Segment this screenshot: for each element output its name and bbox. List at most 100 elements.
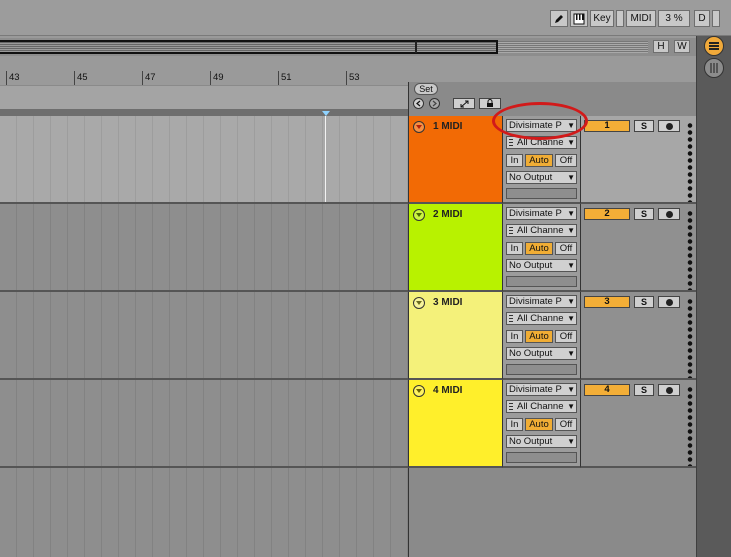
arrow-right-icon [432,100,437,107]
monitor-auto-button[interactable]: Auto [525,242,553,255]
monitor-off-button[interactable]: Off [555,154,577,167]
midi-to-dropdown[interactable]: No Output ▼ [506,435,577,448]
set-locator-button[interactable]: Set [414,83,438,95]
dropdown-arrow-icon: ▼ [567,173,575,182]
midi-to-dropdown[interactable]: No Output ▼ [506,347,577,360]
lock-envelopes-button[interactable] [479,98,501,109]
pencil-icon [555,14,563,23]
track-lane[interactable] [0,292,408,380]
arrangement-overview[interactable]: H W [0,38,700,56]
input-channel-dropdown[interactable]: All Channe ▼ [506,400,577,413]
empty-header-area[interactable] [408,468,696,557]
input-channel-dropdown[interactable]: All Channe ▼ [506,136,577,149]
session-view-button[interactable] [704,58,724,78]
monitor-in-button[interactable]: In [506,242,523,255]
monitor-in-button[interactable]: In [506,330,523,343]
monitor-auto-button[interactable]: Auto [525,330,553,343]
previous-locator-button[interactable] [413,98,424,109]
monitor-auto-button[interactable]: Auto [525,154,553,167]
optimize-width-button[interactable]: W [674,40,690,53]
loop-locator-bar[interactable] [0,109,408,116]
triangle-down-icon [416,125,422,129]
track-header[interactable]: 4 MIDI [408,380,502,468]
ruler-tick-label: 51 [278,71,292,85]
next-locator-button[interactable] [429,98,440,109]
midi-from-dropdown[interactable]: Divisimate P ▼ [506,119,577,132]
track-header[interactable]: 3 MIDI [408,292,502,380]
channel-lines-icon [509,403,513,411]
empty-lane-grid[interactable] [0,468,408,557]
dropdown-arrow-icon: ▼ [567,226,575,235]
track-activator-button[interactable]: 2 [584,208,630,220]
track-activator-button[interactable]: 4 [584,384,630,396]
key-map-button[interactable]: Key [590,10,614,27]
track-lane[interactable] [0,204,408,292]
monitor-off-button[interactable]: Off [555,242,577,255]
mixer-section: 2 S [580,204,696,292]
track-name: 1 MIDI [433,121,463,132]
record-icon [665,386,673,394]
monitor-off-button[interactable]: Off [555,418,577,431]
solo-button[interactable]: S [634,208,654,220]
midi-from-dropdown[interactable]: Divisimate P ▼ [506,383,577,396]
track-header[interactable]: 1 MIDI [408,116,502,204]
arrangement-view-icon [709,42,719,50]
solo-button[interactable]: S [634,296,654,308]
track-activator-button[interactable]: 3 [584,296,630,308]
beat-time-ruler[interactable]: 43 45 47 49 51 53 [0,70,408,85]
playhead-marker[interactable] [322,111,330,116]
empty-drop-area[interactable] [0,468,696,557]
dropdown-arrow-icon: ▼ [567,297,575,306]
solo-button[interactable]: S [634,384,654,396]
overview-marker [415,41,417,53]
session-view-icon [710,63,718,73]
midi-from-value: Divisimate P [509,384,562,395]
arm-record-button[interactable] [658,384,680,396]
view-selector-column [696,36,731,557]
midi-to-dropdown[interactable]: No Output ▼ [506,171,577,184]
fold-track-button[interactable] [413,209,425,221]
disk-overload-indicator: D [694,10,710,27]
arm-record-button[interactable] [658,296,680,308]
dropdown-arrow-icon: ▼ [567,349,575,358]
input-channel-dropdown[interactable]: All Channe ▼ [506,224,577,237]
input-channel-dropdown[interactable]: All Channe ▼ [506,312,577,325]
monitor-in-button[interactable]: In [506,154,523,167]
scrub-area[interactable] [0,85,408,109]
expand-tracks-button[interactable] [453,98,475,109]
midi-from-dropdown[interactable]: Divisimate P ▼ [506,207,577,220]
track-activator-button[interactable]: 1 [584,120,630,132]
track-lane[interactable] [0,116,408,204]
computer-midi-keyboard-button[interactable] [570,10,588,27]
channel-lines-icon [509,315,513,323]
draw-mode-button[interactable] [550,10,568,27]
track-header[interactable]: 2 MIDI [408,204,502,292]
dropdown-arrow-icon: ▼ [567,121,575,130]
monitor-in-button[interactable]: In [506,418,523,431]
arrangement-view-button[interactable] [704,36,724,56]
fold-track-button[interactable] [413,385,425,397]
output-channel-slot [506,364,577,375]
track-lane[interactable] [0,380,408,468]
midi-from-value: Divisimate P [509,296,562,307]
monitor-auto-button[interactable]: Auto [525,418,553,431]
fold-track-button[interactable] [413,297,425,309]
triangle-down-icon [416,301,422,305]
dropdown-arrow-icon: ▼ [567,138,575,147]
overview-selection[interactable] [0,40,498,54]
midi-from-dropdown[interactable]: Divisimate P ▼ [506,295,577,308]
fold-track-button[interactable] [413,121,425,133]
midi-from-value: Divisimate P [509,208,562,219]
record-icon [665,122,673,130]
arm-record-button[interactable] [658,208,680,220]
track-name: 2 MIDI [433,209,463,220]
output-channel-slot [506,276,577,287]
arm-record-button[interactable] [658,120,680,132]
solo-button[interactable]: S [634,120,654,132]
midi-to-dropdown[interactable]: No Output ▼ [506,259,577,272]
output-channel-slot [506,452,577,463]
mixer-section: 1 S [580,116,696,204]
midi-map-button[interactable]: MIDI [626,10,656,27]
optimize-height-button[interactable]: H [653,40,669,53]
monitor-off-button[interactable]: Off [555,330,577,343]
